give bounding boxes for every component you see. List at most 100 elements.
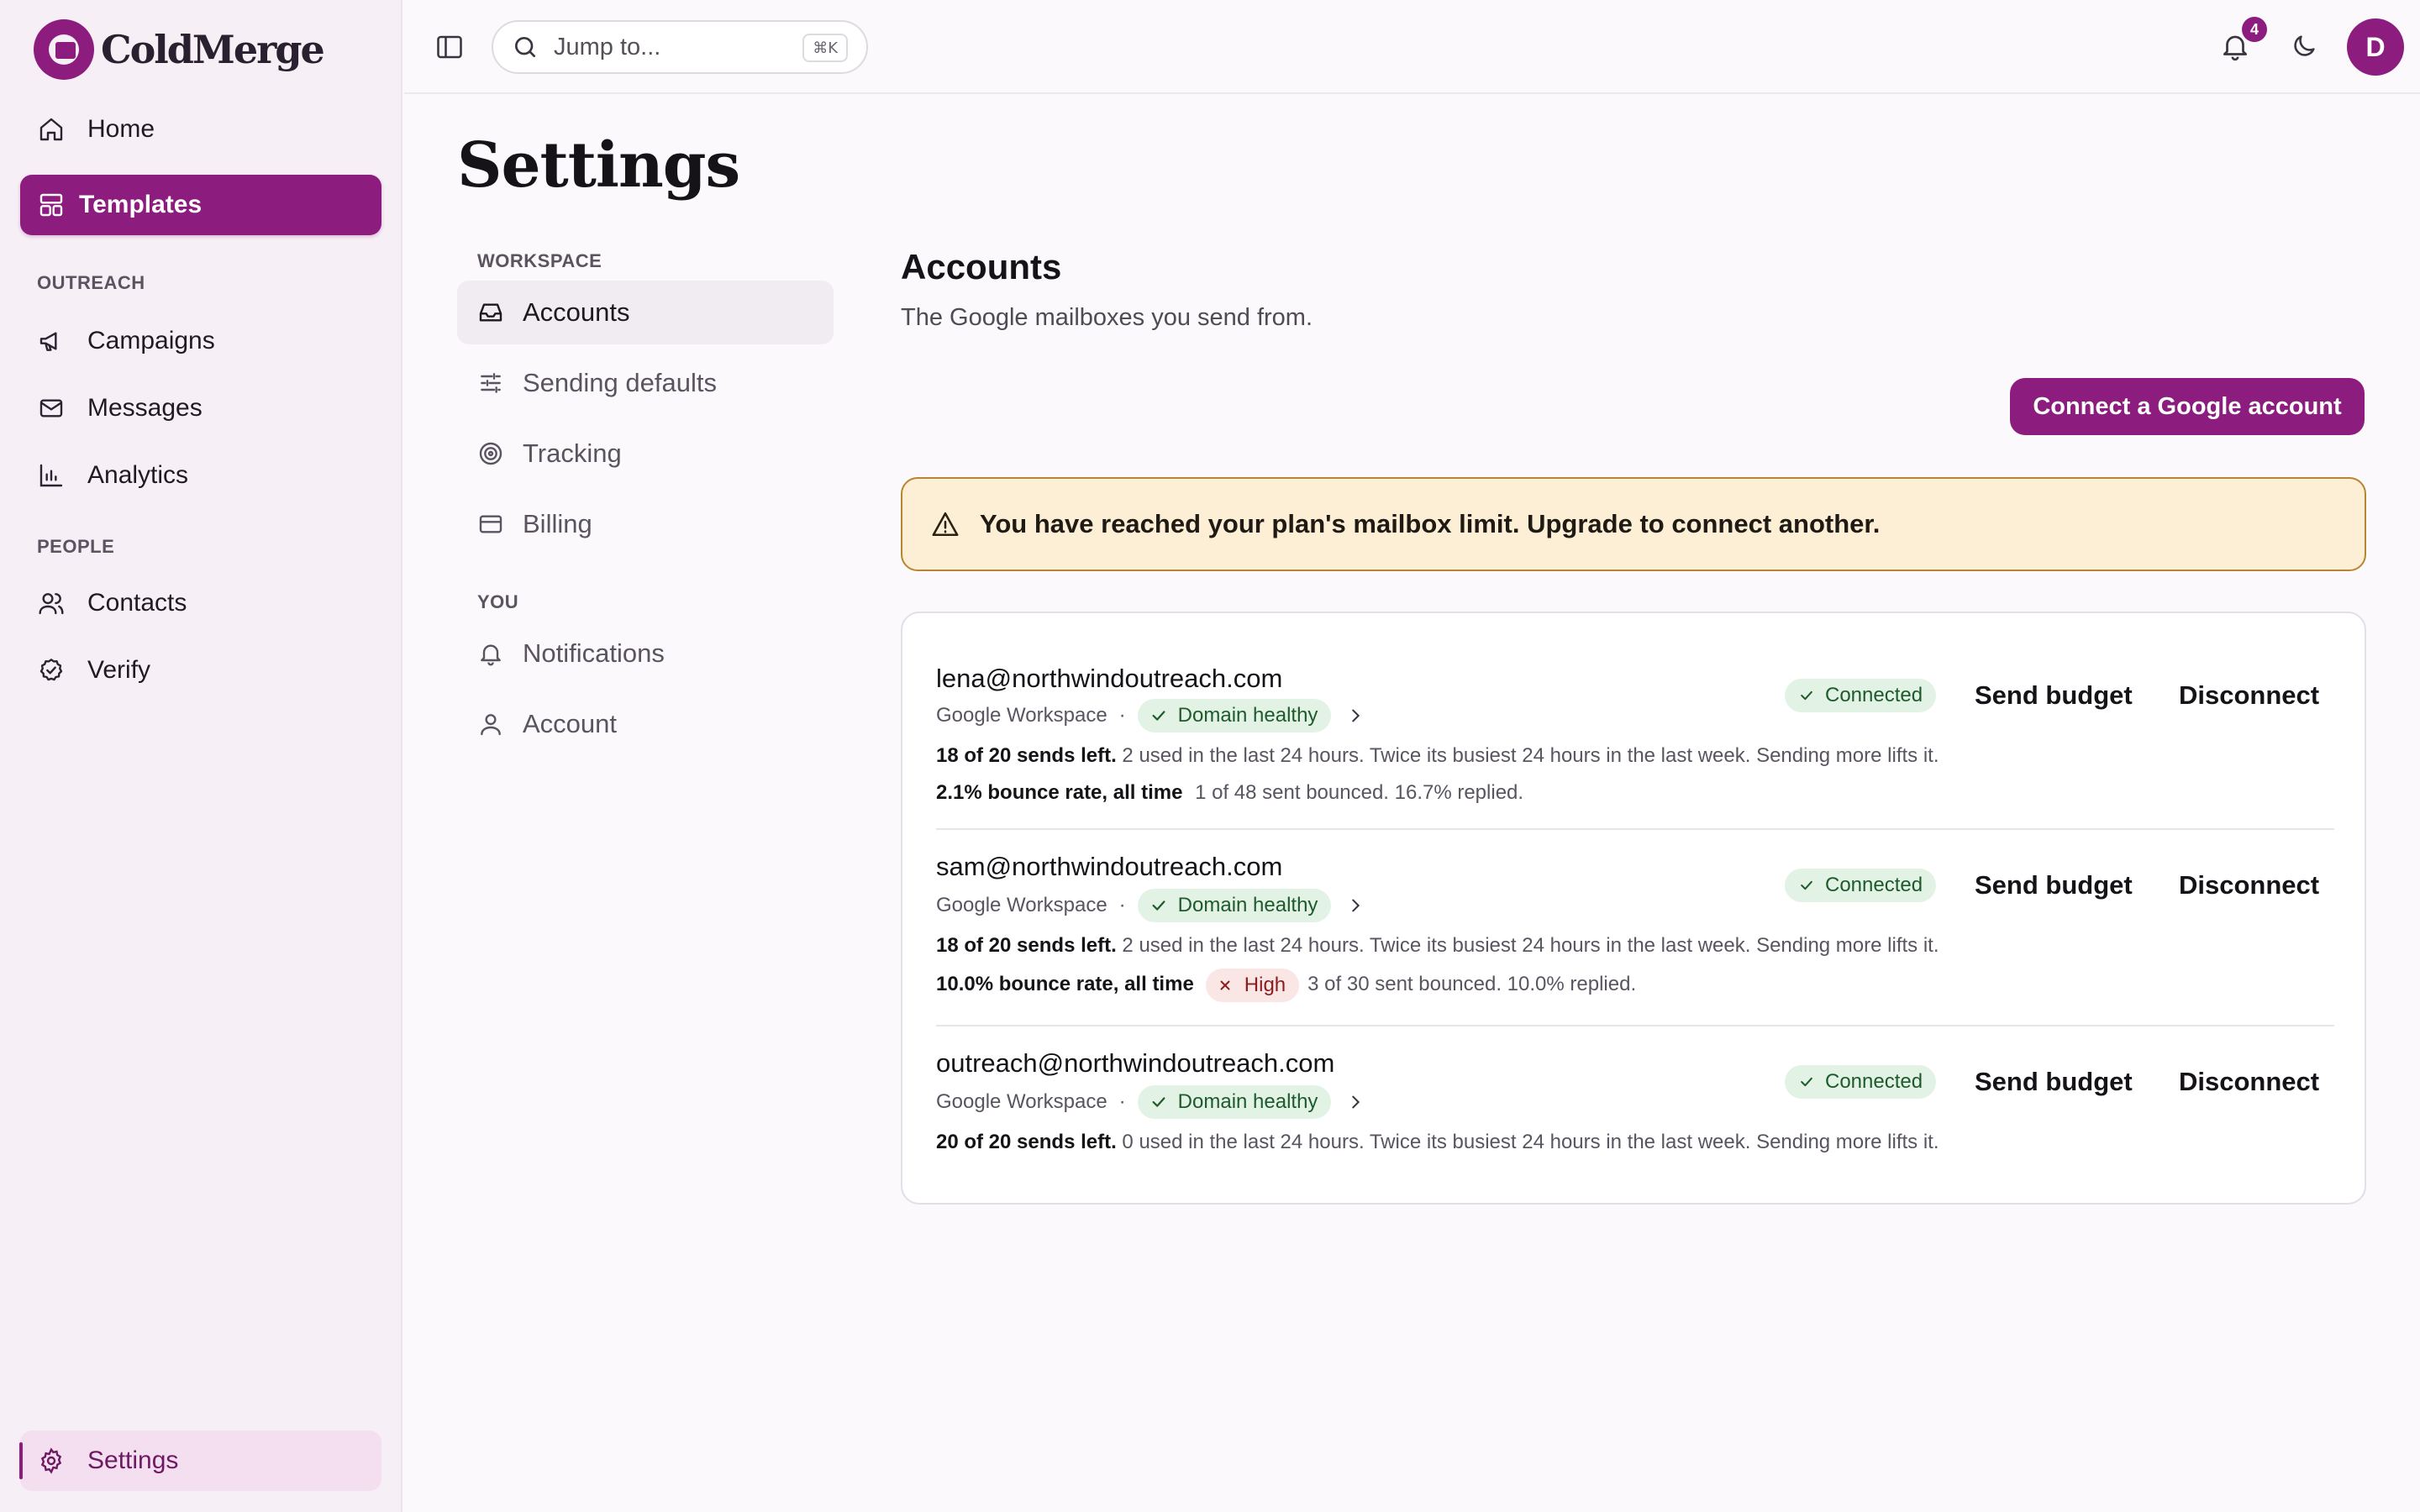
settings-nav-label: Billing: [523, 509, 592, 538]
high-bounce-label: High: [1244, 973, 1286, 996]
settings-nav-account[interactable]: Account: [457, 692, 834, 756]
sidebar-item-templates[interactable]: Templates: [20, 175, 381, 235]
status-badge: Connected: [1785, 679, 1937, 712]
sends-detail: 2 used in the last 24 hours. Twice its b…: [1122, 744, 1939, 767]
sidebar: ColdMerge Home Templates OUTREACH Campai…: [0, 0, 402, 1512]
bar-chart-icon: [37, 461, 66, 490]
check-icon: [1152, 711, 1165, 721]
sidebar-item-contacts[interactable]: Contacts: [20, 573, 381, 633]
sends-detail: 0 used in the last 24 hours. Twice its b…: [1122, 1131, 1939, 1153]
settings-nav-sending-defaults[interactable]: Sending defaults: [457, 351, 834, 415]
user-icon: [477, 711, 504, 738]
send-budget-button[interactable]: Send budget: [1975, 680, 2133, 711]
sidebar-section-people: PEOPLE: [37, 536, 115, 557]
status-badge: Connected: [1785, 1065, 1937, 1099]
disconnect-button[interactable]: Disconnect: [2179, 680, 2319, 711]
account-email: sam@northwindoutreach.com: [936, 852, 1283, 881]
sliders-icon: [477, 370, 504, 396]
sidebar-item-label: Contacts: [87, 589, 187, 617]
app-logo[interactable]: ColdMerge: [34, 18, 325, 81]
account-row: outreach@northwindoutreach.com Google Wo…: [936, 1026, 2334, 1203]
settings-nav-billing[interactable]: Billing: [457, 492, 834, 556]
notification-badge: 4: [2242, 17, 2267, 42]
account-email: outreach@northwindoutreach.com: [936, 1048, 1335, 1078]
domain-health-badge[interactable]: Domain healthy: [1137, 889, 1332, 922]
search-input[interactable]: Jump to... ⌘K: [492, 20, 868, 74]
sidebar-toggle-icon[interactable]: [434, 32, 465, 62]
settings-nav-tracking[interactable]: Tracking: [457, 422, 834, 486]
settings-nav-label: Accounts: [523, 297, 630, 327]
sidebar-item-label: Home: [87, 115, 155, 143]
moon-icon[interactable]: [2290, 32, 2320, 62]
settings-nav-label: Notifications: [523, 638, 665, 668]
bounce-detail: 1 of 48 sent bounced. 16.7% replied.: [1195, 781, 1524, 804]
connect-google-account-button[interactable]: Connect a Google account: [2010, 378, 2365, 435]
send-budget-button[interactable]: Send budget: [1975, 1067, 2133, 1097]
separator-dot: ·: [1118, 894, 1126, 916]
settings-section-you: YOU: [477, 591, 519, 612]
bounce-rate: 10.0% bounce rate, all time: [936, 973, 1194, 995]
sidebar-item-settings[interactable]: Settings: [19, 1431, 381, 1491]
target-icon: [477, 440, 504, 467]
warning-icon: [931, 510, 960, 538]
sidebar-item-analytics[interactable]: Analytics: [20, 445, 381, 506]
inbox-icon: [477, 299, 504, 326]
mailbox-limit-alert: You have reached your plan's mailbox lim…: [901, 477, 2366, 571]
settings-nav-accounts[interactable]: Accounts: [457, 281, 834, 344]
account-meta: Google Workspace · Domain healthy: [936, 889, 1365, 922]
check-icon: [1152, 900, 1165, 911]
domain-health-badge[interactable]: Domain healthy: [1137, 1085, 1332, 1119]
high-bounce-badge: High: [1205, 968, 1300, 1002]
chevron-right-icon[interactable]: [1346, 1093, 1365, 1111]
credit-card-icon: [477, 511, 504, 538]
search-placeholder: Jump to...: [554, 33, 661, 60]
status-label: Connected: [1825, 874, 1923, 896]
domain-health-label: Domain healthy: [1177, 1090, 1318, 1113]
sidebar-item-messages[interactable]: Messages: [20, 378, 381, 438]
sends-detail: 2 used in the last 24 hours. Twice its b…: [1122, 934, 1939, 957]
check-icon: [1801, 880, 1812, 890]
sidebar-item-verify[interactable]: Verify: [20, 640, 381, 701]
avatar[interactable]: D: [2347, 18, 2404, 76]
send-capacity-line: 18 of 20 sends left. 2 used in the last …: [936, 744, 1939, 768]
sidebar-item-label: Verify: [87, 656, 151, 684]
section-description: The Google mailboxes you send from.: [901, 304, 1313, 331]
home-icon: [37, 115, 66, 144]
sidebar-item-campaigns[interactable]: Campaigns: [20, 311, 381, 371]
sidebar-item-home[interactable]: Home: [20, 99, 381, 160]
search-shortcut: ⌘K: [802, 34, 848, 62]
search-icon: [512, 34, 539, 60]
check-circle-icon: [37, 656, 66, 685]
disconnect-button[interactable]: Disconnect: [2179, 1067, 2319, 1097]
send-capacity-line: 20 of 20 sends left. 0 used in the last …: [936, 1131, 1939, 1154]
account-provider: Google Workspace: [936, 894, 1107, 916]
sidebar-item-label: Analytics: [87, 461, 189, 489]
check-icon: [1801, 690, 1812, 701]
bounce-rate: 2.1% bounce rate, all time: [936, 781, 1183, 804]
top-bar: Jump to... ⌘K 4 D: [404, 0, 2420, 94]
bell-outline-icon: [477, 640, 504, 667]
layout-icon: [37, 191, 66, 219]
megaphone-icon: [37, 327, 66, 355]
chevron-right-icon[interactable]: [1346, 706, 1365, 725]
chevron-right-icon[interactable]: [1346, 896, 1365, 915]
domain-health-badge[interactable]: Domain healthy: [1137, 699, 1332, 732]
settings-nav-notifications[interactable]: Notifications: [457, 622, 834, 685]
app-name: ColdMerge: [101, 27, 325, 72]
account-meta: Google Workspace · Domain healthy: [936, 1085, 1365, 1119]
account-row: sam@northwindoutreach.com Google Workspa…: [936, 830, 2334, 1026]
check-icon: [1801, 1077, 1812, 1087]
section-title: Accounts: [901, 247, 1062, 286]
settings-nav-label: Tracking: [523, 438, 622, 468]
domain-health-label: Domain healthy: [1177, 704, 1318, 727]
logo-mark-icon: [34, 19, 94, 80]
send-budget-button[interactable]: Send budget: [1975, 870, 2133, 900]
sidebar-item-label: Messages: [87, 394, 203, 422]
disconnect-button[interactable]: Disconnect: [2179, 870, 2319, 900]
sends-left: 18 of 20 sends left.: [936, 744, 1117, 767]
status-label: Connected: [1825, 684, 1923, 706]
page-title: Settings: [457, 129, 740, 202]
account-meta: Google Workspace · Domain healthy: [936, 699, 1365, 732]
account-row: lena@northwindoutreach.com Google Worksp…: [936, 613, 2334, 830]
alert-text: You have reached your plan's mailbox lim…: [980, 509, 1881, 538]
